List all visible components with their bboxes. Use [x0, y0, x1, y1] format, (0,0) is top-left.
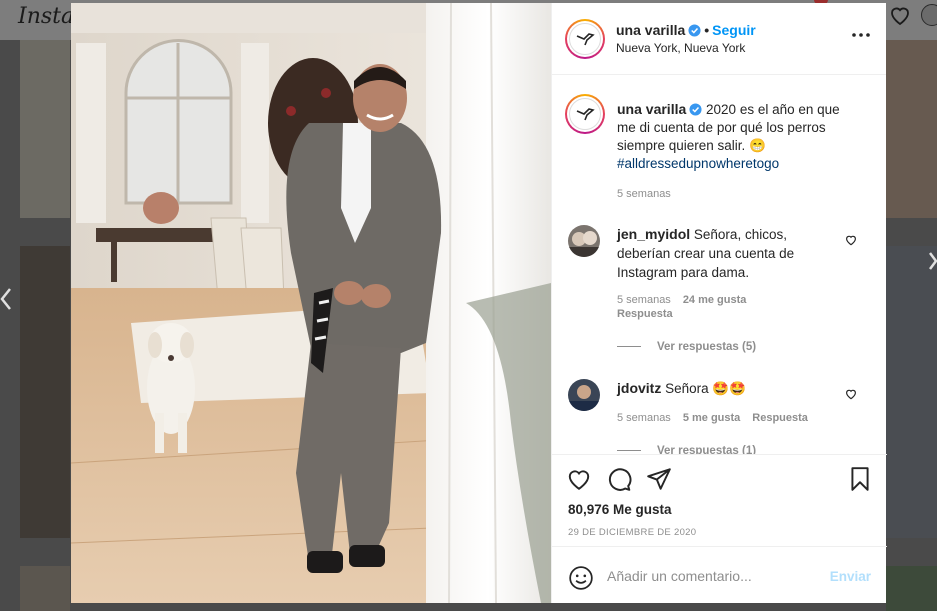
chevron-right-icon[interactable]	[928, 250, 937, 272]
post-photo-illustration	[71, 3, 551, 603]
chevron-left-icon[interactable]	[0, 286, 14, 312]
author-username[interactable]: una varilla	[616, 22, 685, 38]
caption-time[interactable]: 5 semanas	[617, 188, 671, 200]
feed-tile[interactable]	[886, 40, 937, 218]
header-separator: •	[704, 22, 710, 38]
avatar-photo	[568, 231, 600, 257]
heart-icon[interactable]	[566, 466, 592, 492]
comment-likes[interactable]: 24 me gusta	[683, 294, 747, 306]
view-replies-button[interactable]: Ver respuestas (1)	[617, 445, 756, 454]
feed-tile[interactable]	[886, 566, 937, 611]
add-comment-bar: Enviar	[552, 546, 887, 603]
caption-username[interactable]: una varilla	[617, 101, 686, 117]
bookmark-icon[interactable]	[847, 466, 873, 492]
post-modal: una varilla • Seguir Nueva York, Nueva Yor…	[71, 3, 887, 603]
feed-tile[interactable]	[886, 246, 937, 538]
post-photo[interactable]	[71, 3, 551, 603]
post-sidebar: una varilla • Seguir Nueva York, Nueva Yor…	[551, 3, 887, 603]
author-avatar[interactable]	[565, 19, 605, 59]
comment-time[interactable]: 5 semanas	[617, 412, 671, 424]
comment-avatar[interactable]	[568, 379, 600, 411]
instagram-logo[interactable]: Insta	[18, 4, 74, 29]
reply-button[interactable]: Respuesta	[617, 308, 673, 320]
comment-meta: 5 semanas 24 me gusta	[617, 294, 746, 306]
comment-body: jen_myidol Señora, chicos, deberían crea…	[617, 225, 832, 282]
comment-username[interactable]: jen_myidol	[617, 226, 690, 242]
post-date[interactable]: 29 DE DICIEMBRE DE 2020	[568, 527, 696, 538]
emoji-icon[interactable]	[568, 565, 594, 591]
comment-meta: 5 semanas 5 me gusta Respuesta	[617, 412, 808, 424]
author-logo-icon	[576, 108, 595, 121]
activity-heart-icon[interactable]	[888, 3, 912, 27]
reply-button[interactable]: Respuesta	[752, 412, 808, 424]
post-actions: 80,976 Me gusta 29 DE DICIEMBRE DE 2020	[552, 454, 887, 545]
comment-avatar[interactable]	[568, 225, 600, 257]
feed-tile[interactable]	[20, 566, 70, 611]
share-icon[interactable]	[646, 466, 672, 492]
view-replies-button[interactable]: Ver respuestas (5)	[617, 341, 756, 353]
avatar-photo	[568, 385, 600, 411]
comment-body: jdovitz Señora 🤩🤩	[617, 379, 832, 398]
comment-likes[interactable]: 5 me gusta	[683, 412, 740, 424]
feed-tile[interactable]	[20, 40, 70, 218]
more-horizontal-icon[interactable]	[852, 32, 870, 38]
caption-hashtag[interactable]: #alldressedupnowheretogo	[617, 156, 779, 171]
like-count[interactable]: 80,976 Me gusta	[568, 502, 672, 517]
comment-input[interactable]	[607, 565, 822, 587]
feed-tile[interactable]	[20, 246, 70, 538]
post-comment-button[interactable]: Enviar	[830, 569, 871, 584]
verified-icon	[688, 24, 701, 37]
post-location[interactable]: Nueva York, Nueva York	[616, 41, 745, 55]
profile-avatar[interactable]	[921, 4, 937, 26]
post-header: una varilla • Seguir Nueva York, Nueva Yor…	[552, 3, 886, 75]
follow-button[interactable]: Seguir	[712, 22, 756, 38]
comment-time[interactable]: 5 semanas	[617, 294, 671, 306]
comment-like-heart-icon[interactable]	[844, 233, 858, 247]
comment-username[interactable]: jdovitz	[617, 380, 661, 396]
author-logo-icon	[576, 33, 595, 46]
comment-text: Señora 🤩🤩	[665, 381, 747, 396]
view-replies-label: Ver respuestas (1)	[657, 445, 757, 454]
post-caption: una varilla 2020 es el año en que me di …	[617, 100, 857, 173]
verified-icon	[689, 103, 702, 116]
comment-like-heart-icon[interactable]	[844, 387, 858, 401]
comment-icon[interactable]	[606, 466, 632, 492]
comments-list[interactable]: una varilla 2020 es el año en que me di …	[552, 76, 887, 454]
caption-author-avatar[interactable]	[565, 94, 605, 134]
view-replies-label: Ver respuestas (5)	[657, 341, 757, 353]
